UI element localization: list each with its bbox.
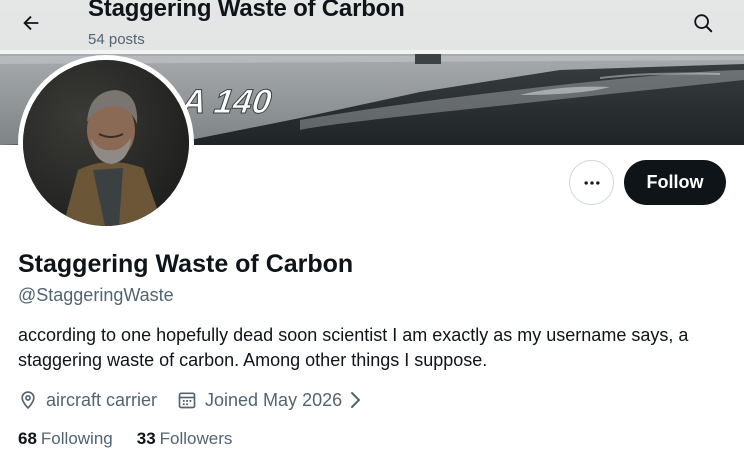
profile-joined-text: Joined May 2026 <box>205 389 343 410</box>
follow-button[interactable]: Follow <box>624 160 726 205</box>
following-label: Following <box>40 429 113 448</box>
header-post-count: 54 posts <box>88 31 145 48</box>
profile-bio: according to one hopefully dead soon sci… <box>18 325 689 370</box>
profile-meta: aircraft carrier Joined May 2026 <box>18 388 390 412</box>
profile-stats: 68 Following 33 Followers <box>18 429 256 449</box>
followers-label: Followers <box>159 429 233 448</box>
arrow-left-icon <box>23 15 39 31</box>
profile-location-text: aircraft carrier <box>46 389 158 410</box>
location-pin-icon <box>21 391 35 410</box>
calendar-icon <box>178 392 196 409</box>
followers-count: 33 <box>136 429 156 448</box>
search-icon <box>694 14 713 33</box>
chevron-right-icon[interactable] <box>348 391 370 409</box>
header-title: Staggering Waste of Carbon <box>88 0 405 22</box>
more-horizontal-icon <box>584 180 599 185</box>
following-link[interactable]: 68 Following <box>18 429 113 449</box>
profile-joined: Joined May 2026 <box>177 390 370 411</box>
profile-handle: @StaggeringWaste <box>18 285 174 305</box>
followers-link[interactable]: 33 Followers <box>137 429 233 449</box>
following-count: 68 <box>18 429 37 448</box>
banner-hull-number: A 140 <box>178 83 274 121</box>
avatar[interactable] <box>18 55 194 231</box>
more-options-button[interactable] <box>569 160 614 205</box>
back-button[interactable] <box>12 4 50 42</box>
profile-header-bar: Staggering Waste of Carbon 54 posts <box>0 0 744 54</box>
search-button[interactable] <box>684 4 722 42</box>
avatar-image <box>23 60 189 226</box>
profile-display-name: Staggering Waste of Carbon <box>18 250 354 278</box>
profile-location: aircraft carrier <box>18 390 157 411</box>
